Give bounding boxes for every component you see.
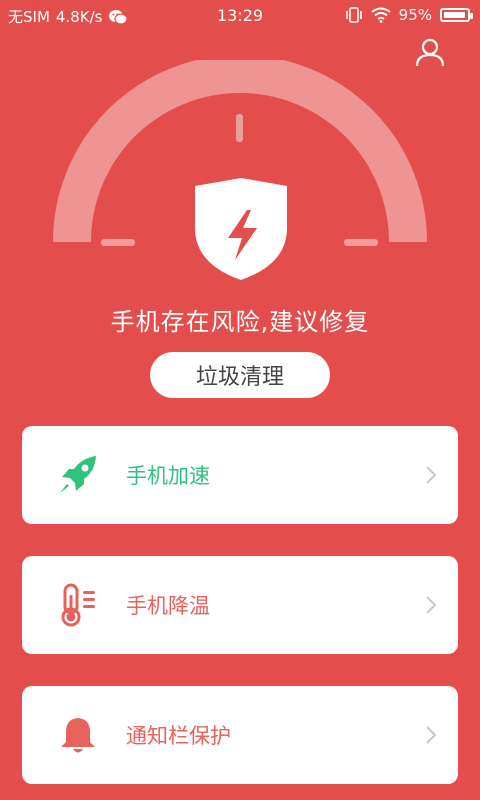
chevron-right-icon	[426, 726, 437, 744]
vibrate-icon	[345, 7, 362, 23]
bell-icon	[61, 718, 95, 753]
clock: 13:29	[216, 6, 264, 25]
rocket-icon	[60, 456, 96, 493]
wifi-icon	[371, 7, 391, 23]
phone-boost-label: 手机加速	[126, 464, 210, 488]
risk-message: 手机存在风险,建议修复	[110, 308, 370, 336]
shield-lightning-icon	[195, 178, 287, 280]
phone-boost-card[interactable]: 手机加速	[22, 426, 458, 524]
status-bar: 无SIM 4.8K/s 13:29 95%	[0, 0, 480, 32]
thermometer-icon	[61, 583, 95, 627]
notification-protect-label: 通知栏保护	[126, 724, 231, 748]
junk-clean-button[interactable]: 垃圾清理	[150, 352, 330, 398]
notification-protect-card[interactable]: 通知栏保护	[22, 686, 458, 784]
battery-percent: 95%	[398, 6, 432, 24]
phone-cooling-label: 手机降温	[126, 594, 210, 618]
chevron-right-icon	[426, 596, 437, 614]
gauge-tick-right	[344, 239, 378, 246]
risk-gauge	[53, 60, 427, 280]
battery-fill	[444, 12, 465, 18]
chevron-right-icon	[426, 466, 437, 484]
phone-cooling-card[interactable]: 手机降温	[22, 556, 458, 654]
battery-icon	[440, 8, 473, 22]
gauge-tick-top	[236, 114, 243, 142]
gauge-tick-left	[101, 239, 135, 246]
